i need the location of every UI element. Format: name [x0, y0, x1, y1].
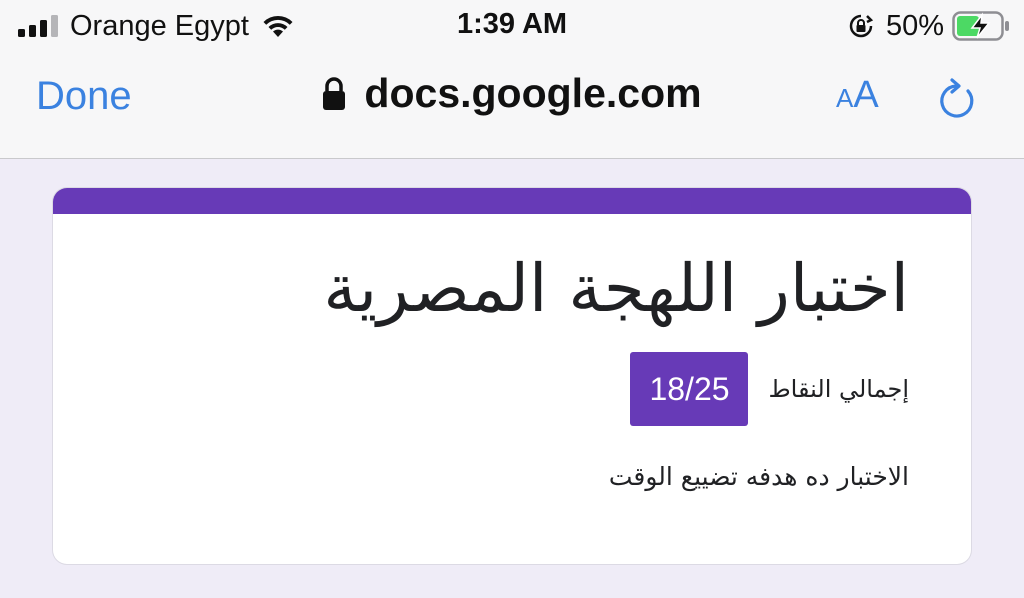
- score-row: إجمالي النقاط 18/25: [630, 352, 909, 426]
- status-bar: Orange Egypt 1:39 AM 50%: [0, 0, 1024, 52]
- battery-charging-icon: [952, 11, 1009, 41]
- url-text: docs.google.com: [364, 70, 702, 116]
- browser-nav-bar: Done docs.google.com AA: [0, 52, 1024, 159]
- reload-icon[interactable]: [938, 78, 978, 120]
- form-description: الاختبار ده هدفه تضييع الوقت: [608, 462, 909, 491]
- status-right: 50%: [848, 9, 1010, 43]
- battery-percent: 50%: [885, 9, 944, 42]
- form-header-card: اختبار اللهجة المصرية إجمالي النقاط 18/2…: [53, 188, 971, 564]
- score-label: إجمالي النقاط: [768, 375, 909, 403]
- text-size-button[interactable]: AA: [836, 74, 879, 117]
- text-size-small-label: A: [836, 83, 854, 113]
- form-title: اختبار اللهجة المصرية: [323, 250, 909, 327]
- text-size-large-label: A: [853, 74, 879, 116]
- score-badge: 18/25: [630, 352, 749, 426]
- rotation-lock-icon: [849, 14, 874, 38]
- card-accent-bar: [53, 188, 971, 214]
- lock-icon: [323, 76, 346, 110]
